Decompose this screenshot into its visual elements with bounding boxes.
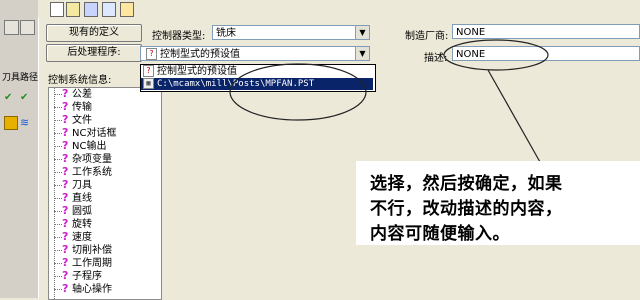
tree-node-icon: ? [62, 87, 69, 100]
tree-node-icon: ? [62, 113, 69, 126]
left-panel: 刀具路径 ✔ ✔ ≋ [0, 0, 39, 298]
post-processor-select[interactable]: ? 控制型式的预设值 ▼ [140, 46, 370, 61]
control-info-label: 控制系统信息: [48, 75, 112, 86]
tree-node-icon: ? [62, 152, 69, 165]
tree-node-icon: ? [62, 139, 69, 152]
tree-item[interactable]: ? 工作系统 [49, 166, 112, 178]
description-field[interactable]: NONE [452, 46, 640, 61]
new-file-icon[interactable] [50, 2, 64, 17]
post-file-icon: ▦ [143, 78, 154, 89]
toolbar [38, 0, 640, 18]
tree-node-icon: ? [62, 230, 69, 243]
control-info-tree[interactable]: ? 公差 ? 传输 ? 文件 ? NC对话框 ? NC输出 ? 杂项变量 ? 工作系统 ? 刀具… [48, 87, 162, 300]
tree-item[interactable]: ? 直线 [49, 192, 92, 204]
tree-item[interactable]: ? 切削补偿 [49, 244, 112, 256]
save-as-icon[interactable] [102, 2, 116, 17]
post-processor-value: 控制型式的预设值 [160, 49, 240, 60]
tree-node-icon: ? [62, 269, 69, 282]
tree-item[interactable]: ? NC对话框 [49, 127, 116, 139]
wave-icon[interactable]: ≋ [20, 116, 32, 129]
close-icon[interactable] [4, 20, 19, 35]
tree-item[interactable]: ? 圆弧 [49, 205, 92, 217]
tree-node-icon: ? [62, 165, 69, 178]
lock-icon[interactable] [4, 116, 18, 130]
tree-node-icon: ? [62, 282, 69, 295]
post-processor-button[interactable]: 后处理程序: [46, 44, 142, 62]
tree-node-icon: ? [62, 217, 69, 230]
manufacturer-field[interactable]: NONE [452, 24, 640, 39]
tree-item[interactable]: ? 轴心操作 [49, 283, 112, 295]
tree-item[interactable]: ? 文件 [49, 114, 92, 126]
tree-item[interactable]: ? NC输出 [49, 140, 106, 152]
tree-node-icon: ? [62, 126, 69, 139]
open-file-icon[interactable] [66, 2, 80, 17]
tree-node-icon: ? [62, 204, 69, 217]
controller-type-label: 控制器类型: [152, 31, 206, 42]
annotation-line-1: 选择，然后按确定，如果 [370, 174, 563, 194]
current-definition-button[interactable]: 现有的定义 [46, 24, 142, 42]
controller-type-select[interactable]: 铣床 ▼ [212, 25, 370, 40]
annotation-line-2: 不行，改动描述的内容， [370, 199, 563, 219]
dropdown-option[interactable]: ? 控制型式的预设值 [141, 65, 373, 77]
tree-item[interactable]: ? 杂项变量 [49, 153, 112, 165]
unlock-icon[interactable] [120, 2, 134, 17]
tree-item[interactable]: ? 旋转 [49, 218, 92, 230]
toolpath-label: 刀具路径 [2, 73, 39, 83]
tree-node-icon: ? [62, 256, 69, 269]
question-file-icon: ? [143, 65, 154, 77]
tree-node-icon: ? [62, 191, 69, 204]
tree-item[interactable]: ? 工作周期 [49, 257, 112, 269]
annotation-line-3: 内容可随便输入。 [370, 224, 510, 244]
tree-node-icon: ? [62, 243, 69, 256]
tree-node-icon: ? [62, 178, 69, 191]
chevron-down-icon[interactable]: ▼ [355, 47, 369, 60]
chevron-down-icon[interactable]: ▼ [355, 26, 369, 39]
description-label: 描述: [424, 53, 448, 64]
save-icon[interactable] [84, 2, 98, 17]
tree-item[interactable]: ? 子程序 [49, 270, 102, 282]
tree-item[interactable]: ? 刀具 [49, 179, 92, 191]
tree-node-icon: ? [62, 100, 69, 113]
question-file-icon: ? [146, 48, 157, 60]
tree-item[interactable]: ? 传输 [49, 101, 92, 113]
check-all-icon[interactable]: ✔ [20, 92, 32, 104]
annotation-note: 选择，然后按确定，如果 不行，改动描述的内容， 内容可随便输入。 [356, 161, 640, 245]
tree-item[interactable]: ? 公差 [49, 88, 92, 100]
pin-icon[interactable] [20, 20, 35, 35]
check-icon[interactable]: ✔ [4, 92, 16, 104]
controller-type-value: 铣床 [216, 28, 236, 39]
manufacturer-label: 制造厂商: [405, 31, 449, 42]
post-processor-dropdown-list[interactable]: ? 控制型式的预设值 ▦ C:\mcamx\mill\Posts\MPFAN.PST [140, 64, 376, 92]
tree-item[interactable]: ? 速度 [49, 231, 92, 243]
dropdown-option-selected[interactable]: ▦ C:\mcamx\mill\Posts\MPFAN.PST [141, 78, 373, 90]
